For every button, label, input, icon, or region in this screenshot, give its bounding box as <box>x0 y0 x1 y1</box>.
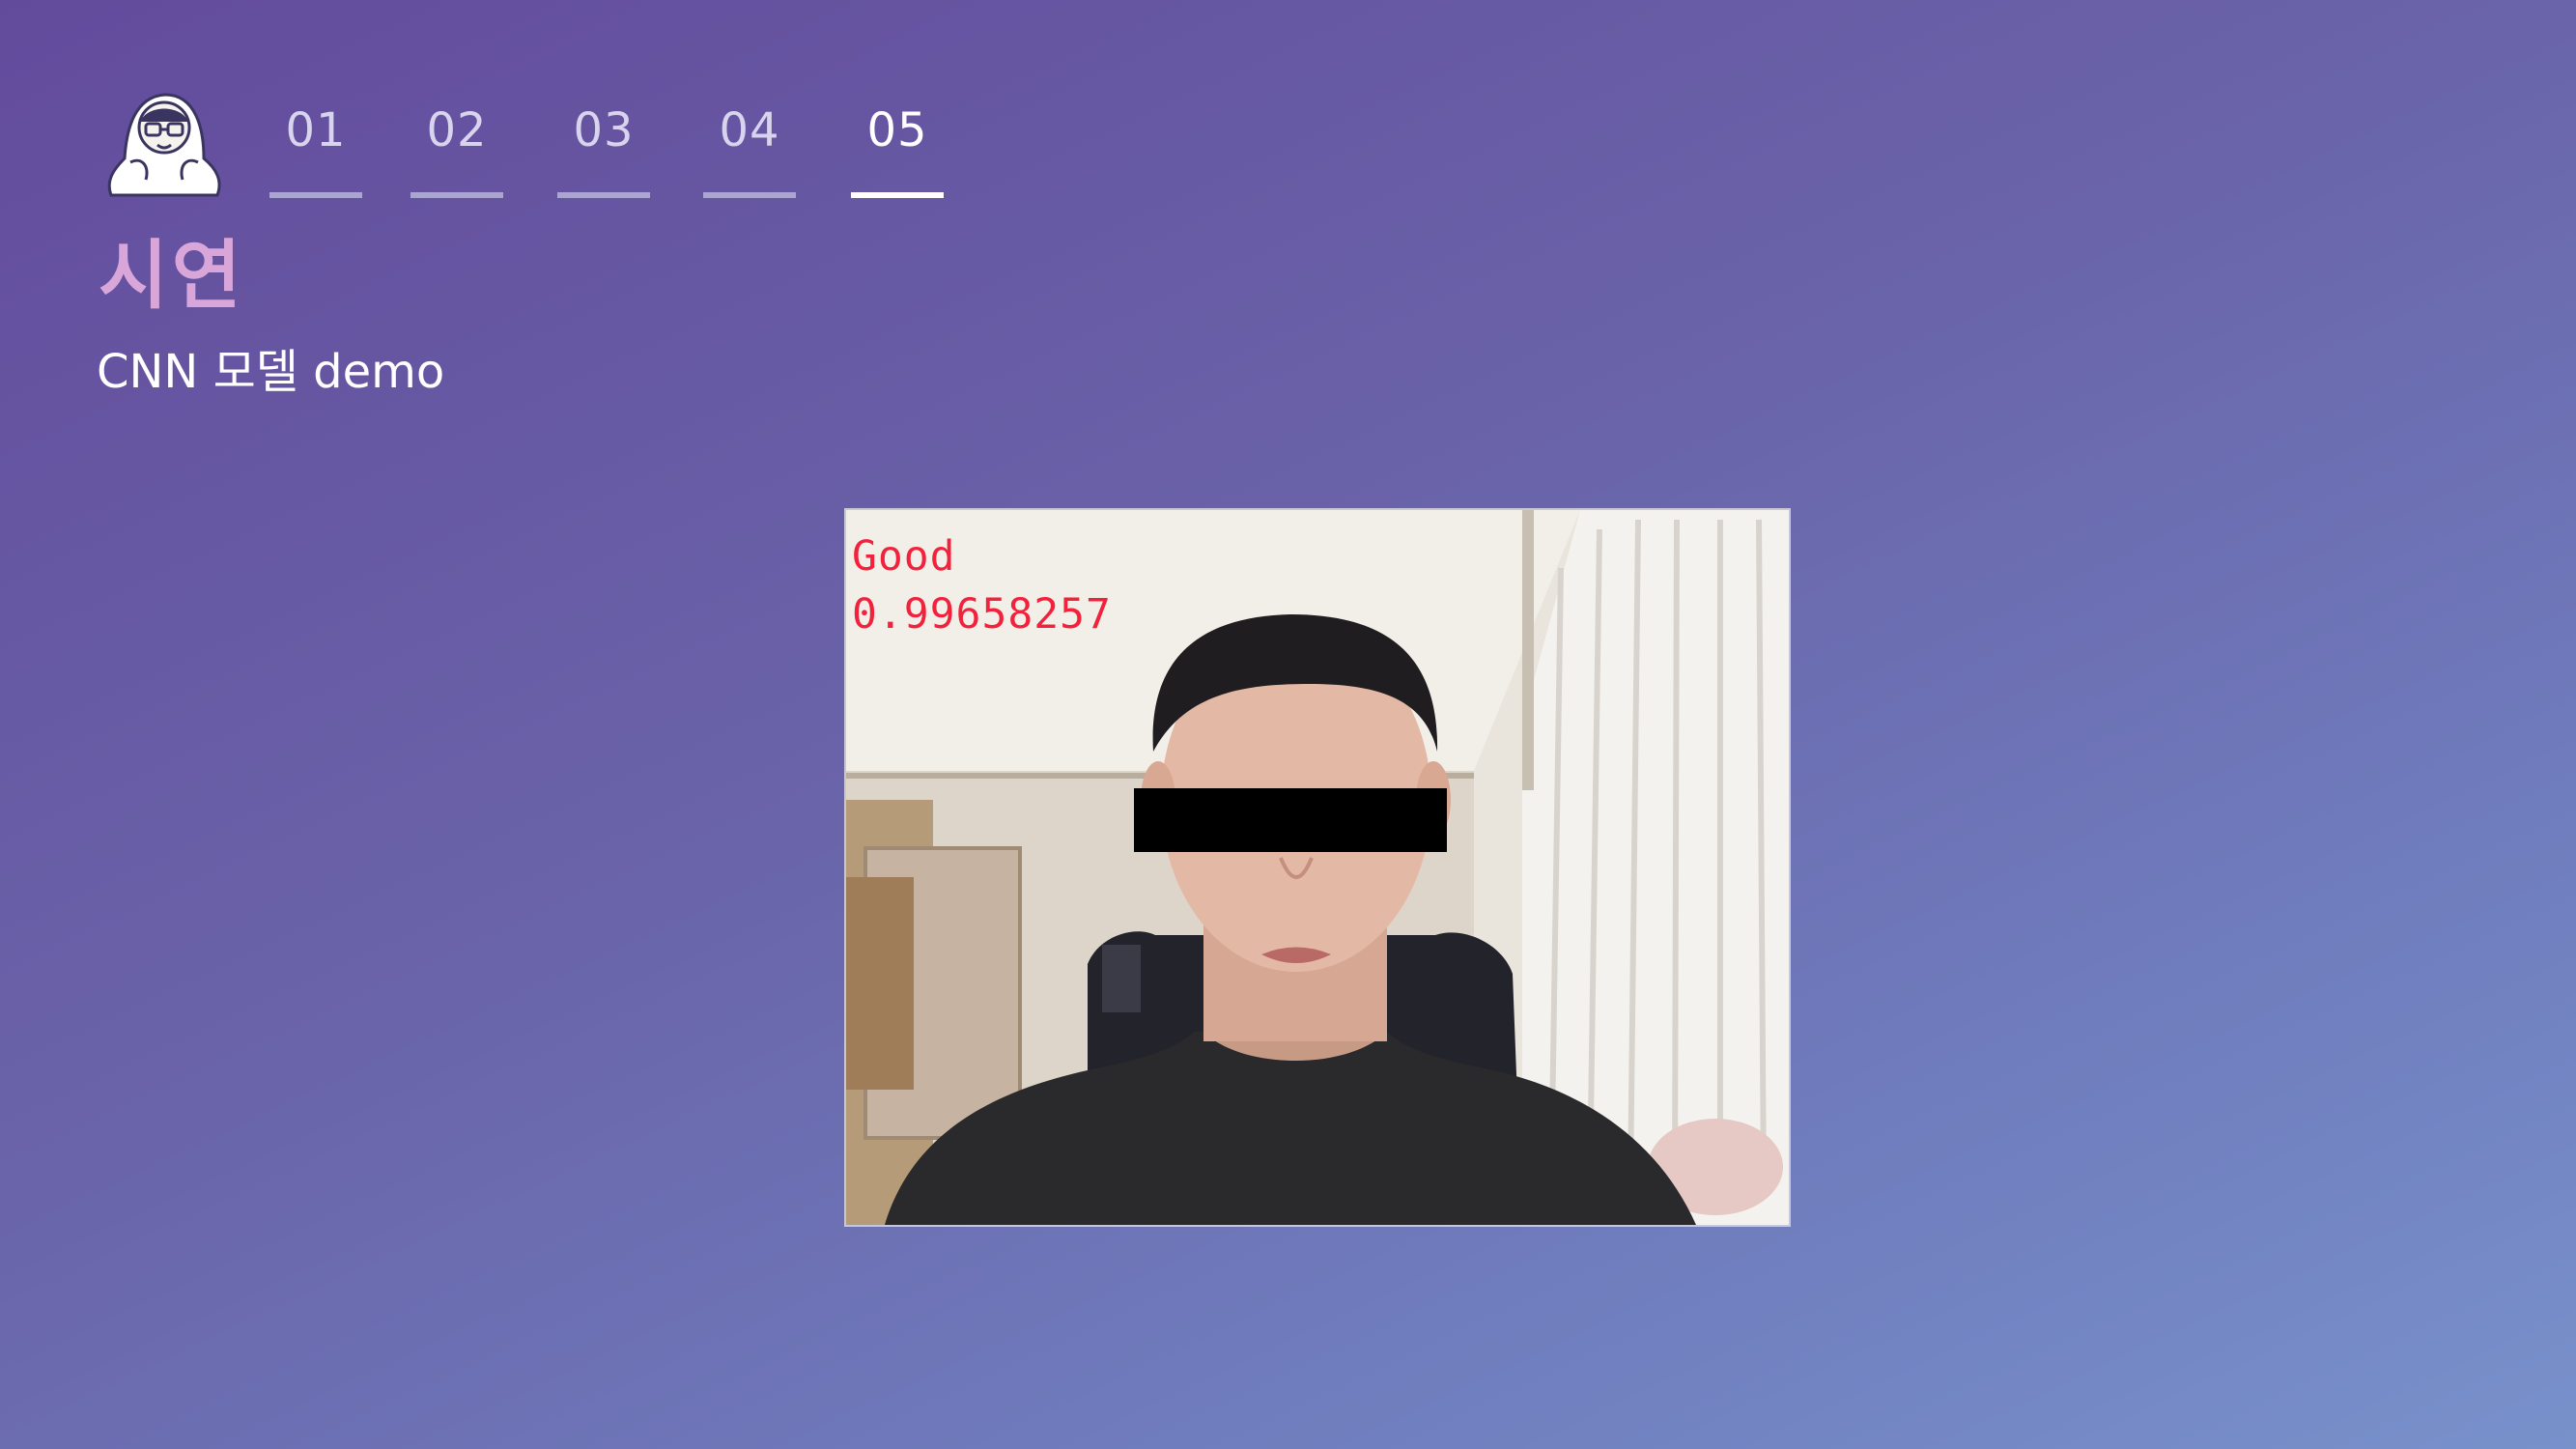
webcam-frame: Good 0.99658257 <box>844 508 1791 1227</box>
tab-underline <box>557 192 650 198</box>
tab-label: 04 <box>719 103 780 157</box>
section-subtitle: CNN 모델 demo <box>97 345 445 399</box>
tab-underline <box>410 192 503 198</box>
tab-underline <box>269 192 362 198</box>
tab-01[interactable]: 01 <box>269 97 362 198</box>
tab-04[interactable]: 04 <box>703 97 796 198</box>
tab-label: 01 <box>285 103 347 157</box>
tab-label: 05 <box>866 103 928 157</box>
tab-label: 02 <box>426 103 488 157</box>
tab-underline <box>703 192 796 198</box>
avatar-icon <box>101 83 227 203</box>
tab-underline <box>851 192 944 198</box>
prediction-label: Good <box>852 532 956 581</box>
tab-02[interactable]: 02 <box>410 97 503 198</box>
privacy-censor-bar <box>1134 788 1447 852</box>
tab-03[interactable]: 03 <box>557 97 650 198</box>
tab-05[interactable]: 05 <box>851 97 944 198</box>
section-title: 시연 <box>99 233 245 320</box>
prediction-score: 0.99658257 <box>852 590 1112 639</box>
tab-label: 03 <box>573 103 635 157</box>
